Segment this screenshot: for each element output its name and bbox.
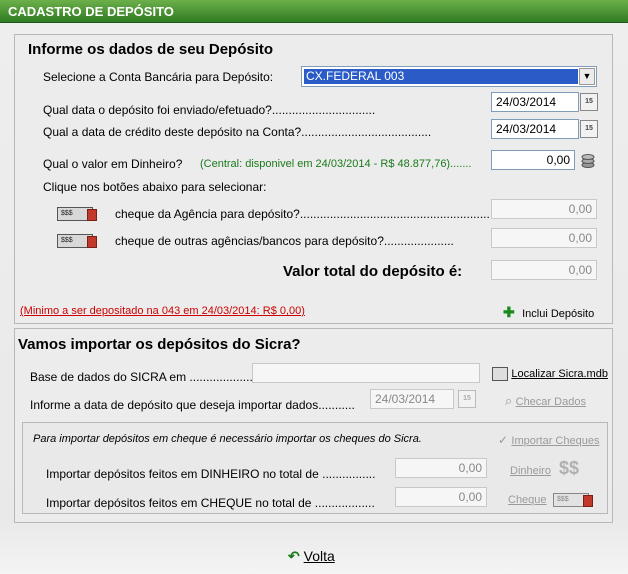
sent-date-label: Qual data o depósito foi enviado/efetuad…	[43, 103, 376, 117]
account-label: Selecione a Conta Bancária para Depósito…	[43, 70, 274, 84]
cash-value-field[interactable]: 0,00	[491, 150, 575, 170]
import-note: Para importar depósitos em cheque é nece…	[33, 433, 422, 445]
add-deposit-button[interactable]: ✚ Inclui Depósito	[503, 304, 594, 321]
credit-date-field[interactable]: 24/03/2014	[491, 119, 579, 139]
import-checks-button[interactable]: ✓ Importar Cheques	[498, 433, 599, 447]
back-label: Volta	[303, 548, 335, 564]
calendar-icon: 15	[458, 390, 476, 408]
cash-import-value: 0,00	[395, 458, 487, 478]
locate-sicra-label: Localizar Sicra.mdb	[511, 368, 608, 380]
check-data-label: Checar Dados	[515, 396, 586, 408]
minimum-notice: (Minimo a ser depositado na 043 em 24/03…	[20, 305, 305, 317]
check-icon[interactable]: $$$	[553, 493, 593, 507]
calendar-icon[interactable]: 15	[580, 93, 598, 111]
back-button[interactable]: ↶ Volta	[288, 548, 335, 565]
check-icon[interactable]: $$$	[57, 234, 97, 248]
chevron-down-icon[interactable]: ▼	[579, 68, 595, 85]
check-icon[interactable]: $$$	[57, 207, 97, 221]
window-titlebar: CADASTRO DE DEPÓSITO	[0, 0, 628, 23]
check-import-button[interactable]: Cheque	[508, 494, 547, 506]
sicra-db-field	[252, 363, 480, 383]
calendar-icon[interactable]: 15	[580, 120, 598, 138]
locate-sicra-button[interactable]: Localizar Sicra.mdb	[492, 366, 608, 381]
back-arrow-icon: ↶	[288, 548, 300, 564]
add-deposit-label: Inclui Depósito	[522, 308, 595, 320]
cash-import-label: Importar depósitos feitos em DINHEIRO no…	[46, 467, 376, 481]
window-title: CADASTRO DE DEPÓSITO	[8, 4, 174, 19]
cash-label: Qual o valor em Dinheiro?	[43, 157, 183, 171]
account-select[interactable]: CX.FEDERAL 003 ▼	[301, 66, 597, 87]
check-import-label: Importar depósitos feitos em CHEQUE no t…	[46, 496, 375, 510]
sicra-date-field: 24/03/2014	[370, 389, 454, 409]
plus-icon: ✚	[503, 304, 515, 320]
deposit-heading: Informe os dados de seu Depósito	[28, 41, 274, 58]
coins-icon[interactable]	[580, 151, 596, 169]
magnifier-icon: ⌕	[505, 393, 513, 408]
cash-available-info: (Central: disponivel em 24/03/2014 - R$ …	[200, 158, 472, 170]
total-label: Valor total do depósito é:	[283, 263, 463, 280]
database-icon	[492, 366, 508, 381]
other-check-value: 0,00	[491, 228, 597, 248]
checks-hint: Clique nos botões abaixo para selecionar…	[43, 180, 267, 194]
sent-date-field[interactable]: 24/03/2014	[491, 92, 579, 112]
check-import-value: 0,00	[395, 487, 487, 507]
total-value: 0,00	[491, 260, 597, 280]
agency-check-value: 0,00	[491, 199, 597, 219]
dollar-icon[interactable]: $$	[559, 458, 579, 479]
sicra-date-label: Informe a data de depósito que deseja im…	[30, 398, 355, 412]
account-select-value: CX.FEDERAL 003	[304, 69, 578, 84]
check-data-button[interactable]: ⌕ Checar Dados	[505, 393, 586, 409]
agency-check-label: cheque da Agência para depósito?........…	[115, 207, 490, 221]
sicra-heading: Vamos importar os depósitos do Sicra?	[18, 336, 301, 353]
other-check-label: cheque de outras agências/bancos para de…	[115, 234, 454, 248]
sicra-db-label: Base de dados do SICRA em ..............…	[30, 370, 260, 384]
import-checks-label: Importar Cheques	[511, 435, 600, 447]
credit-date-label: Qual a data de crédito deste depósito na…	[43, 125, 432, 139]
checkmark-icon: ✓	[498, 433, 509, 447]
cash-import-button[interactable]: Dinheiro	[510, 465, 551, 477]
